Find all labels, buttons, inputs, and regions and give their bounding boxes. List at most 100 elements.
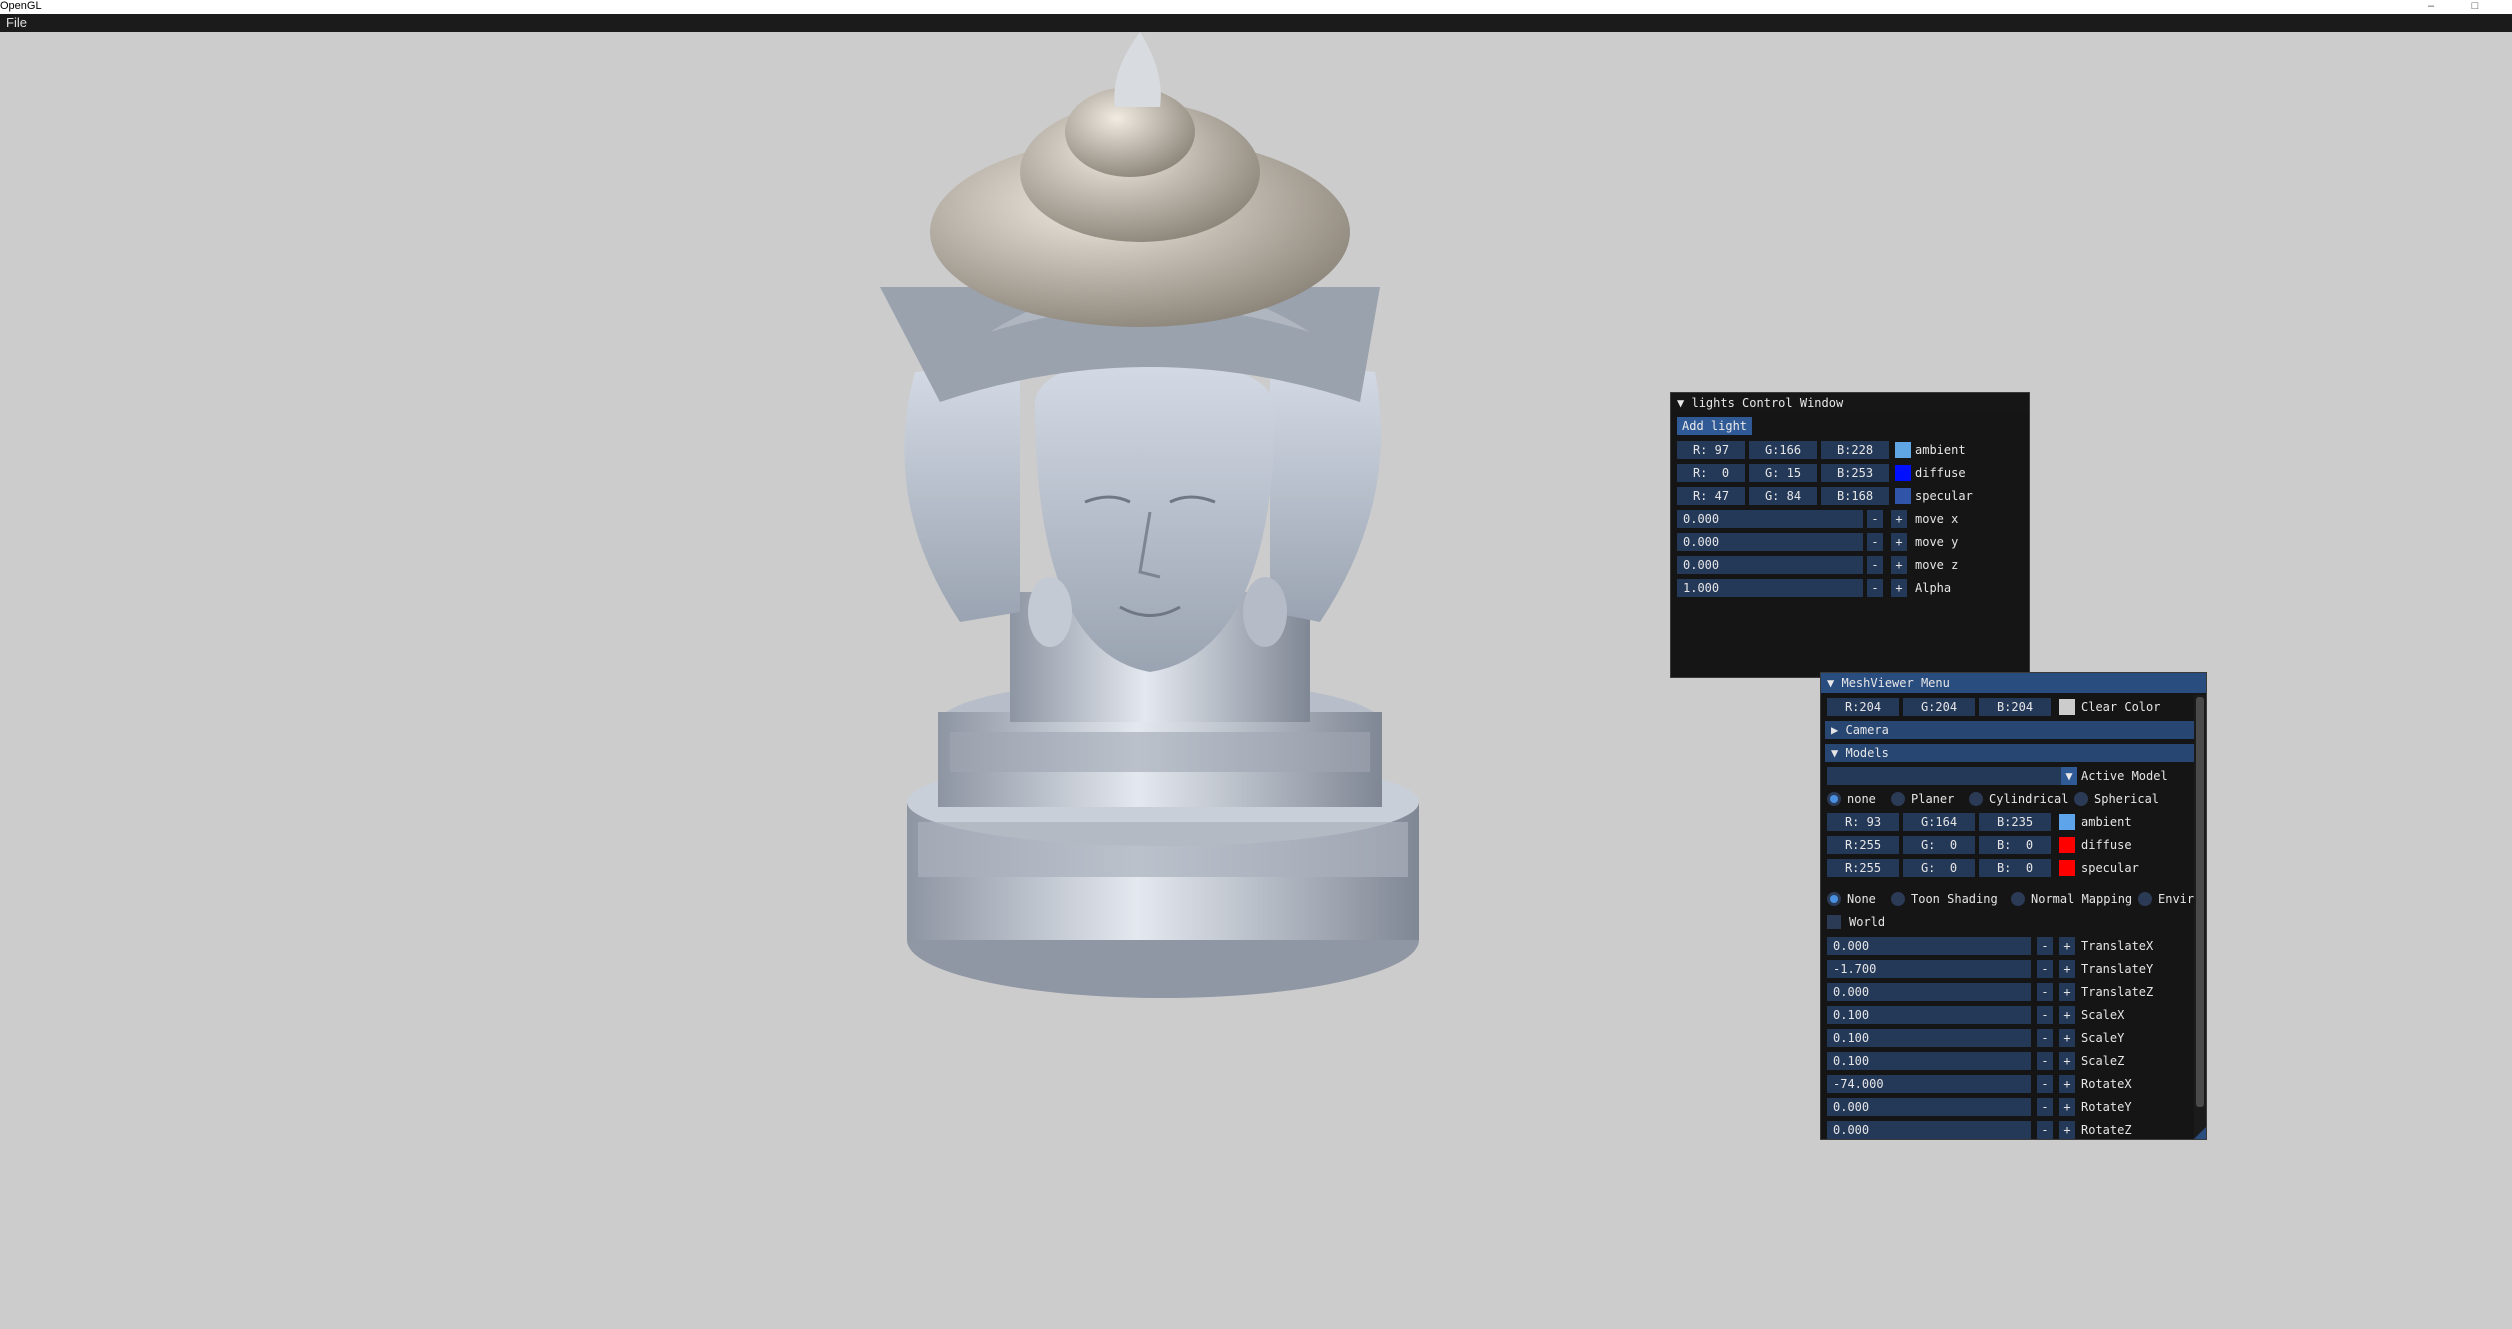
shading-radio[interactable] xyxy=(2011,892,2025,906)
material-ambient-swatch[interactable] xyxy=(2059,814,2075,830)
models-header[interactable]: ▼ Models xyxy=(1825,744,2195,762)
light-color-b-field[interactable]: B:228 xyxy=(1821,441,1889,459)
material-b-field[interactable]: B: 0 xyxy=(1979,859,2051,877)
light-color-r-field[interactable]: R: 47 xyxy=(1677,487,1745,505)
material-color-label: ambient xyxy=(2081,815,2132,829)
material-color-label: diffuse xyxy=(2081,838,2132,852)
material-specular-swatch[interactable] xyxy=(2059,860,2075,876)
decrement-button[interactable]: - xyxy=(1867,579,1883,597)
increment-button[interactable]: + xyxy=(1891,579,1907,597)
light-color-r-field[interactable]: R: 97 xyxy=(1677,441,1745,459)
decrement-button[interactable]: - xyxy=(2037,983,2053,1001)
transform-label: TranslateZ xyxy=(2081,985,2154,999)
transform-slider-input[interactable]: 0.100 xyxy=(1827,1006,2031,1024)
transform-slider-input[interactable]: 0.000 xyxy=(1827,937,2031,955)
shading-radio[interactable] xyxy=(1891,892,1905,906)
decrement-button[interactable]: - xyxy=(2037,960,2053,978)
clear-color-g-field[interactable]: G:204 xyxy=(1903,698,1975,716)
transform-slider-input[interactable]: 0.000 xyxy=(1827,1121,2031,1139)
material-b-field[interactable]: B:235 xyxy=(1979,813,2051,831)
material-g-field[interactable]: G:164 xyxy=(1903,813,1975,831)
light-color-b-field[interactable]: B:168 xyxy=(1821,487,1889,505)
add-light-button[interactable]: Add light xyxy=(1677,417,1753,435)
lights-window-titlebar[interactable]: ▼ lights Control Window xyxy=(1671,393,2029,413)
material-r-field[interactable]: R:255 xyxy=(1827,836,1899,854)
increment-button[interactable]: + xyxy=(2059,937,2075,955)
meshviewer-scrollbar[interactable] xyxy=(2194,695,2206,1139)
transform-slider-input[interactable]: 0.000 xyxy=(1827,983,2031,1001)
light-slider-input[interactable]: 1.000 xyxy=(1677,579,1863,597)
transform-slider-input[interactable]: 0.100 xyxy=(1827,1052,2031,1070)
increment-button[interactable]: + xyxy=(2059,1098,2075,1116)
decrement-button[interactable]: - xyxy=(2037,1006,2053,1024)
transform-label: ScaleZ xyxy=(2081,1054,2125,1068)
light-color-g-field[interactable]: G:166 xyxy=(1749,441,1817,459)
increment-button[interactable]: + xyxy=(2059,983,2075,1001)
light-color-r-field[interactable]: R: 0 xyxy=(1677,464,1745,482)
material-b-field[interactable]: B: 0 xyxy=(1979,836,2051,854)
world-checkbox[interactable] xyxy=(1827,915,1841,929)
mapping-radio[interactable] xyxy=(1827,792,1841,806)
mapping-radio[interactable] xyxy=(2074,792,2088,806)
light-ambient-swatch[interactable] xyxy=(1895,442,1911,458)
light-color-g-field[interactable]: G: 15 xyxy=(1749,464,1817,482)
decrement-button[interactable]: - xyxy=(2037,937,2053,955)
clear-color-b-field[interactable]: B:204 xyxy=(1979,698,2051,716)
light-diffuse-swatch[interactable] xyxy=(1895,465,1911,481)
decrement-button[interactable]: - xyxy=(2037,1052,2053,1070)
increment-button[interactable]: + xyxy=(2059,1029,2075,1047)
decrement-button[interactable]: - xyxy=(2037,1075,2053,1093)
increment-button[interactable]: + xyxy=(2059,960,2075,978)
menu-bar: File xyxy=(0,14,2512,32)
resize-grip[interactable] xyxy=(2194,1127,2206,1139)
increment-button[interactable]: + xyxy=(2059,1121,2075,1139)
scrollbar-thumb[interactable] xyxy=(2196,697,2204,1107)
material-g-field[interactable]: G: 0 xyxy=(1903,836,1975,854)
light-slider-input[interactable]: 0.000 xyxy=(1677,510,1863,528)
shading-radio[interactable] xyxy=(1827,892,1841,906)
increment-button[interactable]: + xyxy=(1891,510,1907,528)
increment-button[interactable]: + xyxy=(1891,556,1907,574)
light-slider-input[interactable]: 0.000 xyxy=(1677,533,1863,551)
clear-color-swatch[interactable] xyxy=(2059,699,2075,715)
increment-button[interactable]: + xyxy=(2059,1006,2075,1024)
decrement-button[interactable]: - xyxy=(2037,1029,2053,1047)
collapse-arrow-icon[interactable]: ▼ xyxy=(1827,676,1834,690)
light-color-b-field[interactable]: B:253 xyxy=(1821,464,1889,482)
transform-slider-input[interactable]: -74.000 xyxy=(1827,1075,2031,1093)
meshviewer-menu-window[interactable]: ▼ MeshViewer Menu R:204 G:204 B:204 Clea… xyxy=(1820,672,2207,1140)
camera-header[interactable]: ▶ Camera xyxy=(1825,721,2195,739)
decrement-button[interactable]: - xyxy=(2037,1098,2053,1116)
light-color-g-field[interactable]: G: 84 xyxy=(1749,487,1817,505)
transform-label: TranslateY xyxy=(2081,962,2154,976)
chevron-down-icon[interactable]: ▼ xyxy=(2061,767,2077,785)
light-slider-input[interactable]: 0.000 xyxy=(1677,556,1863,574)
decrement-button[interactable]: - xyxy=(2037,1121,2053,1139)
transform-label: ScaleY xyxy=(2081,1031,2125,1045)
material-diffuse-swatch[interactable] xyxy=(2059,837,2075,853)
menu-file[interactable]: File xyxy=(2,14,31,32)
minimize-icon[interactable]: – xyxy=(2416,0,2446,13)
meshviewer-window-titlebar[interactable]: ▼ MeshViewer Menu xyxy=(1821,673,2206,693)
increment-button[interactable]: + xyxy=(2059,1052,2075,1070)
material-r-field[interactable]: R:255 xyxy=(1827,859,1899,877)
decrement-button[interactable]: - xyxy=(1867,510,1883,528)
lights-control-window[interactable]: ▼ lights Control Window Add light R: 97 G… xyxy=(1670,392,2030,678)
material-g-field[interactable]: G: 0 xyxy=(1903,859,1975,877)
light-specular-swatch[interactable] xyxy=(1895,488,1911,504)
mapping-radio[interactable] xyxy=(1969,792,1983,806)
increment-button[interactable]: + xyxy=(2059,1075,2075,1093)
transform-slider-input[interactable]: 0.100 xyxy=(1827,1029,2031,1047)
active-model-combo[interactable] xyxy=(1827,767,2061,785)
transform-slider-input[interactable]: -1.700 xyxy=(1827,960,2031,978)
increment-button[interactable]: + xyxy=(1891,533,1907,551)
collapse-arrow-icon[interactable]: ▼ xyxy=(1677,396,1684,410)
decrement-button[interactable]: - xyxy=(1867,533,1883,551)
shading-radio[interactable] xyxy=(2138,892,2152,906)
decrement-button[interactable]: - xyxy=(1867,556,1883,574)
mapping-radio[interactable] xyxy=(1891,792,1905,806)
transform-slider-input[interactable]: 0.000 xyxy=(1827,1098,2031,1116)
clear-color-r-field[interactable]: R:204 xyxy=(1827,698,1899,716)
maximize-icon[interactable]: □ xyxy=(2460,0,2490,13)
material-r-field[interactable]: R: 93 xyxy=(1827,813,1899,831)
